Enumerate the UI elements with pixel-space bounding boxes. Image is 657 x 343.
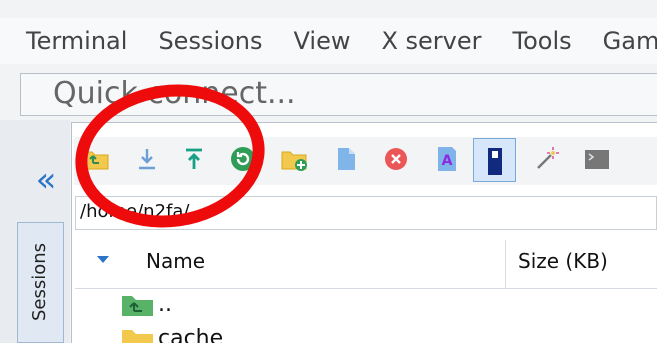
svg-text:A: A bbox=[442, 153, 453, 169]
refresh-icon[interactable] bbox=[229, 145, 257, 173]
collapse-sidebar-icon[interactable]: « bbox=[26, 160, 66, 200]
follow-terminal-button[interactable] bbox=[473, 138, 516, 182]
column-divider bbox=[505, 240, 506, 289]
upload-icon[interactable] bbox=[180, 145, 208, 173]
menu-terminal[interactable]: Terminal bbox=[26, 29, 127, 53]
file-name-parent: .. bbox=[158, 292, 172, 317]
download-icon[interactable] bbox=[133, 145, 161, 173]
delete-icon[interactable] bbox=[382, 145, 410, 173]
terminal-icon[interactable] bbox=[583, 145, 611, 173]
sort-arrow-icon[interactable] bbox=[97, 256, 109, 263]
quick-connect-input[interactable]: Quick connect... bbox=[20, 73, 657, 116]
menu-x-server[interactable]: X server bbox=[381, 29, 481, 53]
parent-folder-icon bbox=[122, 296, 153, 316]
folder-icon bbox=[122, 330, 153, 343]
sftp-toolbar bbox=[74, 137, 657, 185]
column-name[interactable]: Name bbox=[146, 249, 205, 273]
new-folder-icon[interactable] bbox=[280, 145, 308, 173]
file-name-cache: cache bbox=[158, 326, 224, 343]
menu-tools[interactable]: Tools bbox=[513, 29, 572, 53]
menu-sessions[interactable]: Sessions bbox=[158, 29, 262, 53]
menu-view[interactable]: View bbox=[294, 29, 351, 53]
parent-folder-icon[interactable] bbox=[82, 145, 110, 173]
mobaxterm-window: Terminal Sessions View X server Tools Ga… bbox=[0, 0, 657, 343]
column-size[interactable]: Size (KB) bbox=[518, 249, 608, 273]
rename-icon[interactable]: A bbox=[433, 145, 461, 173]
settings-wand-icon[interactable] bbox=[533, 145, 561, 173]
follow-terminal-icon bbox=[488, 148, 502, 175]
menu-bar: Terminal Sessions View X server Tools Ga… bbox=[0, 18, 657, 64]
sessions-tab-label: Sessions bbox=[29, 242, 50, 322]
path-input[interactable]: /home/n2fa/ bbox=[75, 196, 657, 230]
new-file-icon[interactable] bbox=[332, 145, 360, 173]
menu-games[interactable]: Games bbox=[603, 29, 657, 53]
